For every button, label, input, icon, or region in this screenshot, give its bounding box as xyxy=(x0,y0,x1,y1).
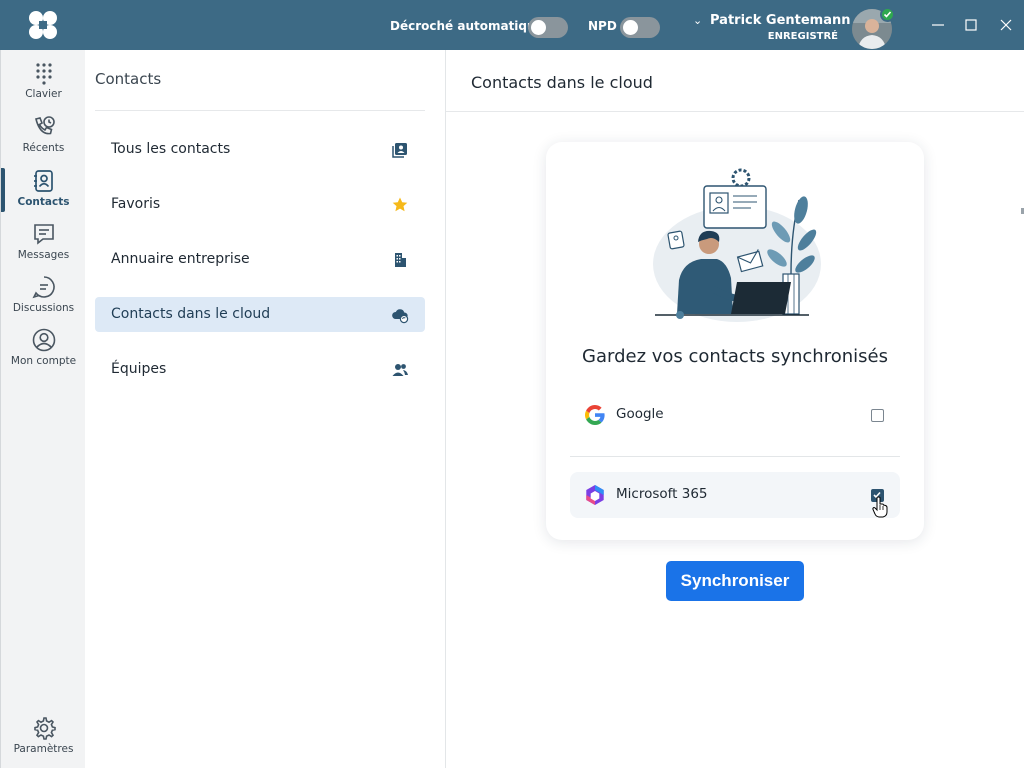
dnd-toggle[interactable] xyxy=(620,17,660,38)
account-icon xyxy=(32,328,55,352)
cloud-sync-icon xyxy=(392,309,409,324)
sync-card: Gardez vos contacts synchronisés Google … xyxy=(546,142,924,540)
nav-item-recents[interactable]: Récents xyxy=(1,114,86,166)
nav-label: Clavier xyxy=(25,88,62,100)
nav-item-messages[interactable]: Messages xyxy=(1,221,86,273)
panel-title: Contacts xyxy=(95,70,162,88)
nav-label: Récents xyxy=(22,142,65,154)
contact-list-icon xyxy=(392,143,407,158)
contacts-panel: Contacts Tous les contacts Favoris Annua… xyxy=(85,50,446,768)
provider-google[interactable]: Google xyxy=(570,392,900,438)
menu-item-label: Annuaire entreprise xyxy=(111,251,250,267)
left-nav: Clavier Récents Contacts Messages Discus… xyxy=(0,50,85,768)
divider xyxy=(95,110,425,111)
provider-microsoft-365[interactable]: Microsoft 365 xyxy=(570,472,900,518)
auto-answer-label: Décroché automatique xyxy=(390,19,544,33)
google-logo-icon xyxy=(585,405,605,425)
person-at-laptop-illustration xyxy=(653,168,821,322)
divider xyxy=(570,456,900,457)
sync-button[interactable]: Synchroniser xyxy=(666,561,804,601)
dnd-label: NPD xyxy=(588,19,617,33)
contacts-book-icon xyxy=(33,170,53,192)
menu-item-label: Équipes xyxy=(111,361,167,377)
provider-name: Microsoft 365 xyxy=(616,486,708,502)
menu-item-label: Favoris xyxy=(111,196,161,212)
presence-online-icon xyxy=(880,7,895,22)
nav-item-parametres[interactable]: Paramètres xyxy=(1,715,86,767)
divider xyxy=(446,111,1024,112)
card-heading: Gardez vos contacts synchronisés xyxy=(582,346,888,367)
title-bar: Décroché automatique NPD ⌄ Patrick Gente… xyxy=(0,0,1024,50)
chevron-down-icon[interactable]: ⌄ xyxy=(693,14,702,27)
auto-answer-toggle[interactable] xyxy=(528,17,568,38)
dialpad-icon xyxy=(35,63,52,85)
nav-item-clavier[interactable]: Clavier xyxy=(1,60,86,112)
nav-label: Mon compte xyxy=(10,355,77,367)
user-name[interactable]: Patrick Gentemann xyxy=(710,13,851,28)
building-icon xyxy=(395,253,406,267)
team-icon xyxy=(392,364,408,376)
page-title: Contacts dans le cloud xyxy=(471,73,653,92)
message-icon xyxy=(33,224,54,245)
menu-item-label: Tous les contacts xyxy=(111,141,231,157)
star-icon xyxy=(392,197,408,212)
menu-item-cloud-contacts[interactable]: Contacts dans le cloud xyxy=(95,297,425,332)
nav-item-contacts[interactable]: Contacts xyxy=(1,168,86,220)
menu-item-all-contacts[interactable]: Tous les contacts xyxy=(95,132,425,167)
chat-icon xyxy=(31,276,55,299)
gear-icon xyxy=(33,717,56,740)
nav-item-mon-compte[interactable]: Mon compte xyxy=(1,327,86,379)
recent-calls-icon xyxy=(34,116,55,135)
hand-cursor-icon xyxy=(872,496,888,518)
close-icon[interactable] xyxy=(995,14,1017,36)
menu-item-company-directory[interactable]: Annuaire entreprise xyxy=(95,242,425,277)
nav-item-discussions[interactable]: Discussions xyxy=(1,274,86,326)
nav-label: Contacts xyxy=(17,196,70,208)
cloud-contacts-view: Contacts dans le cloud Gardez vos contac… xyxy=(446,50,1024,768)
provider-name: Google xyxy=(616,406,664,422)
nav-label: Discussions xyxy=(12,302,75,314)
app-logo-icon xyxy=(29,11,57,39)
microsoft-365-logo-icon xyxy=(586,485,604,505)
menu-item-label: Contacts dans le cloud xyxy=(111,306,271,322)
menu-item-favorites[interactable]: Favoris xyxy=(95,187,425,222)
google-checkbox[interactable] xyxy=(871,409,884,422)
maximize-icon[interactable] xyxy=(960,14,982,36)
registration-status: ENREGISTRÉ xyxy=(767,31,838,42)
nav-label: Paramètres xyxy=(13,743,74,755)
minimize-icon[interactable] xyxy=(927,14,949,36)
nav-label: Messages xyxy=(17,249,70,261)
menu-item-teams[interactable]: Équipes xyxy=(95,352,425,387)
